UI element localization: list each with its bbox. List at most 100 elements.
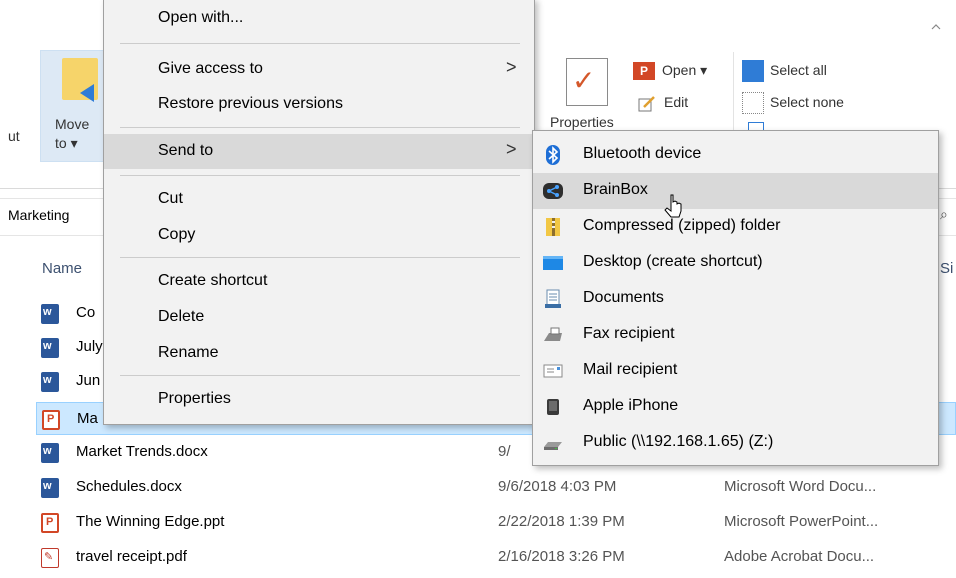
cut-ribbon-label[interactable]: ut: [8, 128, 20, 144]
edit-icon[interactable]: [638, 96, 656, 112]
submenu-item-label: Desktop (create shortcut): [583, 253, 763, 270]
desktop-icon: [543, 256, 563, 270]
menu-item-send-to[interactable]: Send to >: [104, 134, 534, 169]
send-to-item-apple-iphone[interactable]: Apple iPhone: [533, 389, 938, 425]
open-ribbon-button[interactable]: Open ▾: [662, 62, 707, 79]
file-name: Co: [76, 304, 96, 321]
word-icon: [41, 304, 59, 324]
column-header-size[interactable]: Si: [940, 260, 953, 277]
menu-item-label: Rename: [158, 344, 219, 361]
chevron-right-icon: >: [506, 139, 517, 159]
mail-icon: [543, 364, 563, 378]
menu-item-copy[interactable]: Copy: [104, 218, 534, 253]
send-to-item-brainbox[interactable]: BrainBox: [533, 173, 938, 209]
file-type: Microsoft PowerPoint...: [724, 513, 879, 530]
send-to-item-mail[interactable]: Mail recipient: [533, 353, 938, 389]
network-drive-icon: [544, 442, 562, 450]
pdf-icon: [41, 548, 59, 568]
search-icon[interactable]: ⌕: [940, 206, 948, 223]
edit-ribbon-button[interactable]: Edit: [664, 94, 688, 110]
send-to-submenu: Bluetooth device BrainBox Compressed (zi…: [532, 130, 939, 466]
select-none-icon[interactable]: [742, 92, 764, 114]
menu-separator: [120, 127, 520, 128]
word-icon: [41, 372, 59, 392]
documents-icon: [545, 289, 561, 308]
file-type: Microsoft Word Docu...: [724, 478, 877, 495]
menu-item-label: Properties: [158, 390, 231, 407]
menu-item-delete[interactable]: Delete: [104, 300, 534, 335]
menu-separator: [120, 43, 520, 44]
move-arrow-icon: [80, 84, 94, 102]
file-date: 9/: [498, 443, 511, 460]
submenu-item-label: Mail recipient: [583, 361, 678, 378]
menu-item-open-with[interactable]: Open with...: [104, 1, 534, 36]
menu-item-label: Copy: [158, 226, 196, 243]
menu-item-label: Create shortcut: [158, 272, 268, 289]
submenu-item-label: Apple iPhone: [583, 397, 679, 414]
menu-item-label: Delete: [158, 308, 205, 325]
phone-icon: [547, 399, 559, 415]
table-row[interactable]: The Winning Edge.ppt 2/22/2018 1:39 PM M…: [36, 506, 956, 539]
fax-icon: [544, 327, 562, 341]
submenu-item-label: Public (\\192.168.1.65) (Z:): [583, 433, 774, 450]
checkmark-icon: ✓: [572, 65, 596, 96]
send-to-item-compressed[interactable]: Compressed (zipped) folder: [533, 209, 938, 245]
properties-ribbon-label[interactable]: Properties: [550, 114, 614, 130]
menu-item-properties[interactable]: Properties: [104, 382, 534, 417]
file-date: 9/6/2018 4:03 PM: [498, 478, 617, 495]
collapse-ribbon-icon[interactable]: [931, 22, 941, 32]
submenu-item-label: Bluetooth device: [583, 145, 702, 162]
menu-item-cut[interactable]: Cut: [104, 182, 534, 217]
file-name: Schedules.docx: [76, 478, 182, 495]
file-name: Market Trends.docx: [76, 443, 208, 460]
menu-separator: [120, 257, 520, 258]
menu-separator: [120, 375, 520, 376]
word-icon: [41, 478, 59, 498]
menu-item-label: Give access to: [158, 60, 263, 77]
file-name: Ma: [77, 410, 98, 427]
send-to-item-desktop[interactable]: Desktop (create shortcut): [533, 245, 938, 281]
bluetooth-icon: [546, 145, 560, 165]
menu-item-label: Send to: [158, 142, 214, 159]
word-icon: [41, 443, 59, 463]
send-to-item-documents[interactable]: Documents: [533, 281, 938, 317]
file-name: July: [76, 338, 103, 355]
file-name: The Winning Edge.ppt: [76, 513, 225, 530]
menu-separator: [120, 175, 520, 176]
send-to-item-bluetooth[interactable]: Bluetooth device: [533, 137, 938, 173]
move-to-label: Move to ▾: [55, 116, 90, 151]
file-name: travel receipt.pdf: [76, 548, 187, 565]
powerpoint-icon[interactable]: P: [633, 62, 655, 80]
zip-folder-icon: [546, 218, 560, 236]
menu-item-restore-previous-versions[interactable]: Restore previous versions: [104, 87, 534, 122]
submenu-item-label: Documents: [583, 289, 664, 306]
file-name: Jun: [76, 372, 101, 389]
select-all-button[interactable]: Select all: [770, 62, 827, 78]
word-icon: [41, 338, 59, 358]
submenu-item-label: Fax recipient: [583, 325, 675, 342]
column-header-name[interactable]: Name: [42, 260, 82, 277]
ppt-icon: [42, 410, 60, 430]
send-to-item-public-drive[interactable]: Public (\\192.168.1.65) (Z:): [533, 425, 938, 461]
menu-item-rename[interactable]: Rename: [104, 336, 534, 371]
send-to-item-fax[interactable]: Fax recipient: [533, 317, 938, 353]
menu-item-give-access[interactable]: Give access to >: [104, 52, 534, 87]
file-type: Adobe Acrobat Docu...: [724, 548, 875, 565]
menu-item-label: Open with...: [158, 9, 244, 26]
menu-item-create-shortcut[interactable]: Create shortcut: [104, 264, 534, 299]
file-date: 2/22/2018 1:39 PM: [498, 513, 625, 530]
address-path[interactable]: Marketing: [8, 207, 69, 223]
mouse-cursor-icon: [664, 194, 682, 218]
select-all-icon[interactable]: [742, 60, 764, 82]
context-menu: Open with... Give access to > Restore pr…: [103, 0, 535, 425]
brainbox-icon: [543, 183, 563, 199]
table-row[interactable]: travel receipt.pdf 2/16/2018 3:26 PM Ado…: [36, 541, 956, 574]
table-row[interactable]: Schedules.docx 9/6/2018 4:03 PM Microsof…: [36, 471, 956, 504]
menu-item-label: Restore previous versions: [158, 95, 343, 112]
file-date: 2/16/2018 3:26 PM: [498, 548, 625, 565]
submenu-item-label: BrainBox: [583, 181, 648, 198]
menu-item-label: Cut: [158, 190, 183, 207]
ppt-icon: [41, 513, 59, 533]
chevron-right-icon: >: [506, 57, 517, 77]
select-none-button[interactable]: Select none: [770, 94, 844, 110]
